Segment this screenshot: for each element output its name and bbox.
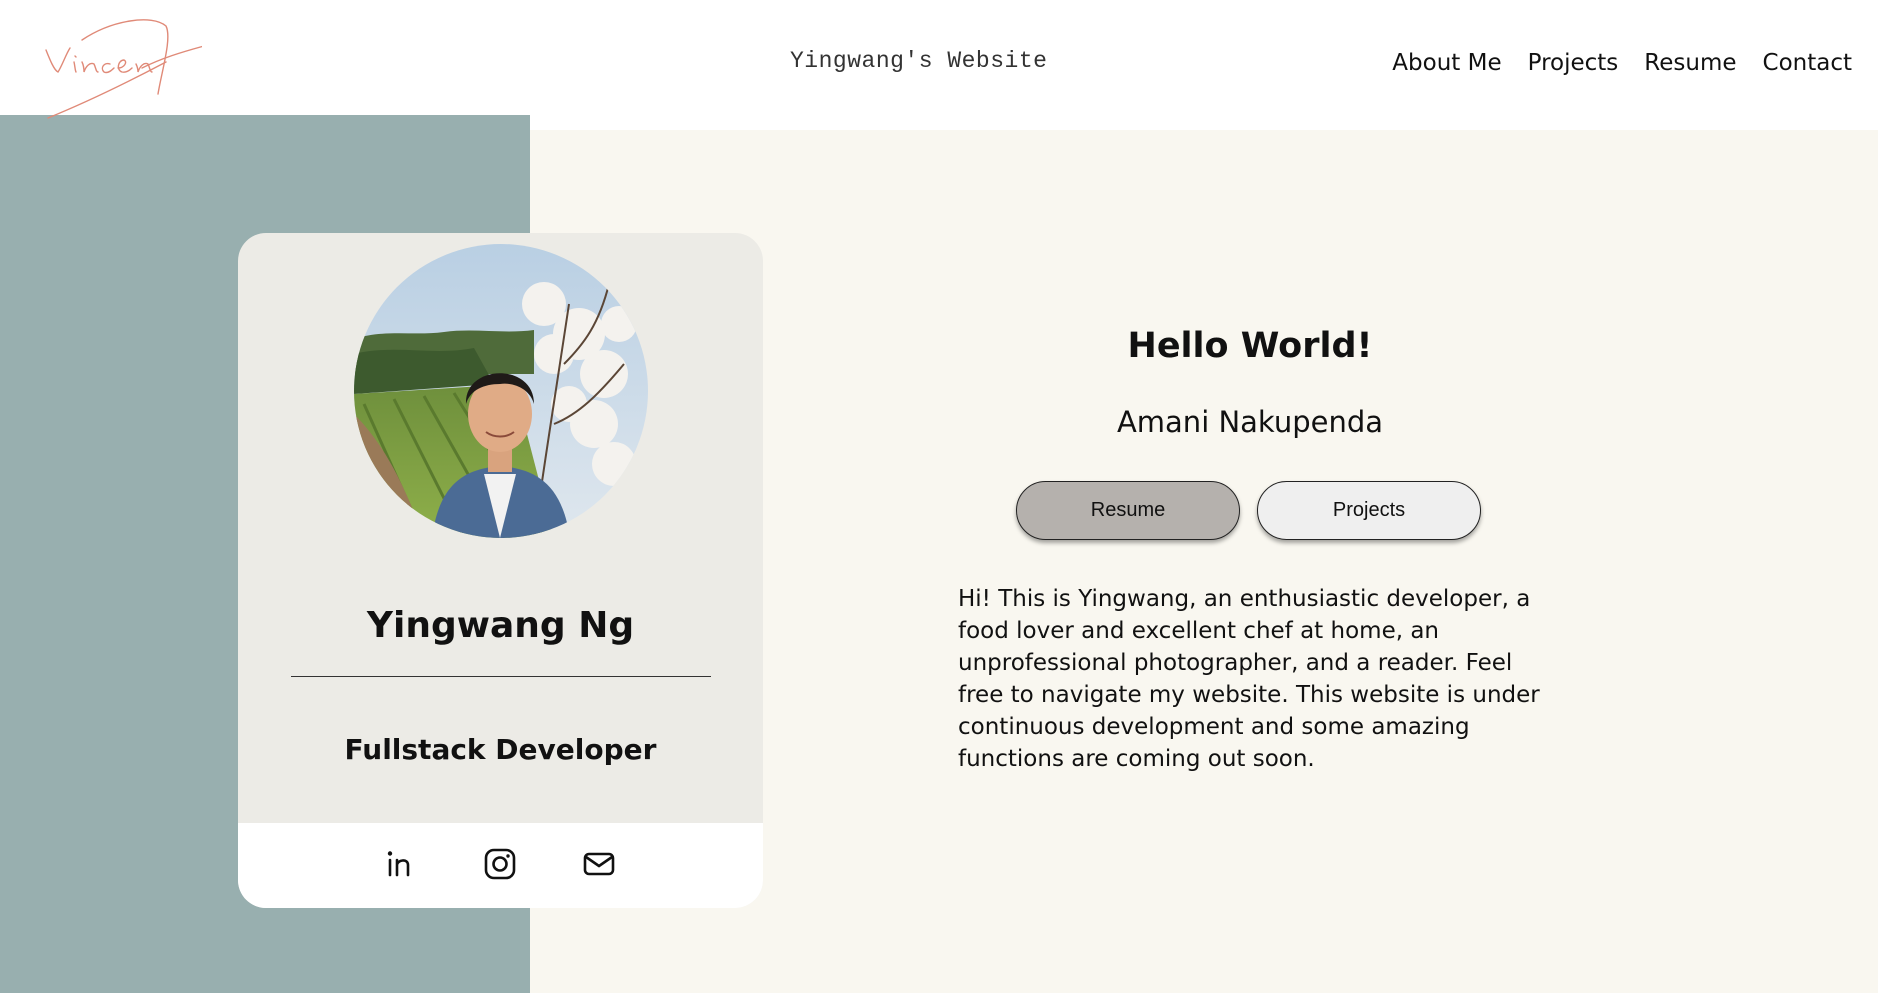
nav-about-me[interactable]: About Me <box>1392 50 1501 76</box>
projects-button[interactable]: Projects <box>1257 481 1481 540</box>
bio-text: Hi! This is Yingwang, an enthusiastic de… <box>958 586 1540 772</box>
social-links <box>238 823 763 908</box>
signature-logo[interactable] <box>42 10 205 120</box>
main-nav: About Me Projects Resume Contact <box>1392 50 1852 76</box>
linkedin-icon[interactable] <box>384 847 418 881</box>
site-title: Yingwang's Website <box>790 48 1048 74</box>
instagram-icon[interactable] <box>483 847 517 881</box>
hero-subtitle: Amani Nakupenda <box>1116 405 1384 439</box>
nav-contact[interactable]: Contact <box>1763 50 1852 76</box>
page: Yingwang's Website About Me Projects Res… <box>0 0 1878 993</box>
nav-projects[interactable]: Projects <box>1528 50 1619 76</box>
nav-resume[interactable]: Resume <box>1644 50 1736 76</box>
profile-name: Yingwang Ng <box>366 605 635 646</box>
profile-role: Fullstack Developer <box>344 733 657 766</box>
avatar <box>354 244 648 538</box>
mail-icon[interactable] <box>582 847 616 881</box>
divider <box>291 676 711 677</box>
hero-title: Hello World! <box>1127 326 1373 366</box>
profile-card: Yingwang Ng Fullstack Developer <box>238 233 763 908</box>
site-header: Yingwang's Website About Me Projects Res… <box>0 0 1878 119</box>
resume-button[interactable]: Resume <box>1016 481 1240 540</box>
